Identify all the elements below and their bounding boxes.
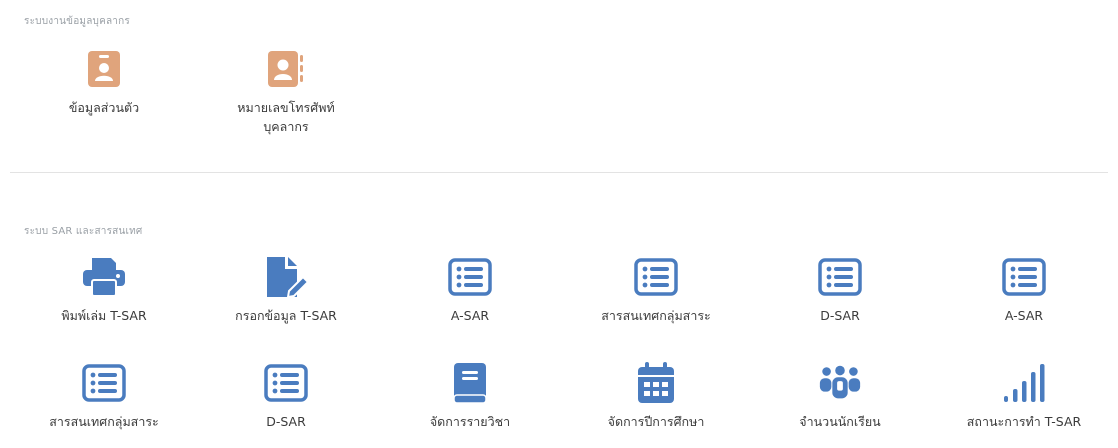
tsar-status-tile[interactable]: สถานะการทำ T-SAR: [934, 360, 1114, 431]
asar-label-2: A-SAR: [1004, 308, 1044, 323]
personal-info-tile[interactable]: ข้อมูลส่วนตัว: [14, 46, 194, 117]
personal-info-label: ข้อมูลส่วนตัว: [68, 100, 140, 115]
dsar-label-2: D-SAR: [266, 414, 306, 429]
id-badge-icon: [81, 46, 127, 92]
dsar-label-1: D-SAR: [820, 308, 860, 323]
list-icon: [817, 254, 863, 300]
subject-group-info-tile-1[interactable]: สารสนเทศกลุ่มสาระ: [566, 254, 746, 325]
calendar-icon: [633, 360, 679, 406]
phone-directory-label-line2: บุคลากร: [263, 119, 309, 134]
print-tsar-tile[interactable]: พิมพ์เล่ม T-SAR: [14, 254, 194, 325]
enter-tsar-label: กรอกข้อมูล T-SAR: [235, 308, 337, 323]
tsar-status-label: สถานะการทำ T-SAR: [966, 414, 1082, 429]
student-count-label: จำนวนนักเรียน: [799, 414, 881, 429]
phone-directory-tile[interactable]: หมายเลขโทรศัพท์ บุคลากร: [196, 46, 376, 136]
dsar-tile-2[interactable]: D-SAR: [196, 360, 376, 431]
print-tsar-label: พิมพ์เล่ม T-SAR: [61, 308, 147, 323]
list-icon: [633, 254, 679, 300]
sar-section-label: ระบบ SAR และสารสนเทศ: [24, 226, 143, 237]
personnel-section-label: ระบบงานข้อมูลบุคลากร: [24, 16, 130, 27]
signal-bars-icon: [1001, 360, 1047, 406]
subject-group-info-label-1: สารสนเทศกลุ่มสาระ: [601, 308, 711, 323]
file-edit-icon: [263, 254, 309, 300]
subject-group-info-label-2: สารสนเทศกลุ่มสาระ: [49, 414, 159, 429]
list-icon: [1001, 254, 1047, 300]
contact-book-icon: [263, 46, 309, 92]
list-icon: [447, 254, 493, 300]
book-icon: [447, 360, 493, 406]
printer-icon: [81, 254, 127, 300]
section-divider: [10, 172, 1108, 173]
list-icon: [81, 360, 127, 406]
asar-label-1: A-SAR: [450, 308, 490, 323]
users-icon: [817, 360, 863, 406]
dsar-tile-1[interactable]: D-SAR: [750, 254, 930, 325]
student-count-tile[interactable]: จำนวนนักเรียน: [750, 360, 930, 431]
manage-academic-year-label: จัดการปีการศึกษา: [607, 414, 705, 429]
manage-courses-label: จัดการรายวิชา: [429, 414, 511, 429]
asar-tile-2[interactable]: A-SAR: [934, 254, 1114, 325]
manage-academic-year-tile[interactable]: จัดการปีการศึกษา: [566, 360, 746, 431]
asar-tile-1[interactable]: A-SAR: [380, 254, 560, 325]
enter-tsar-tile[interactable]: กรอกข้อมูล T-SAR: [196, 254, 376, 325]
list-icon: [263, 360, 309, 406]
manage-courses-tile[interactable]: จัดการรายวิชา: [380, 360, 560, 431]
phone-directory-label: หมายเลขโทรศัพท์: [237, 100, 335, 115]
subject-group-info-tile-2[interactable]: สารสนเทศกลุ่มสาระ: [14, 360, 194, 431]
